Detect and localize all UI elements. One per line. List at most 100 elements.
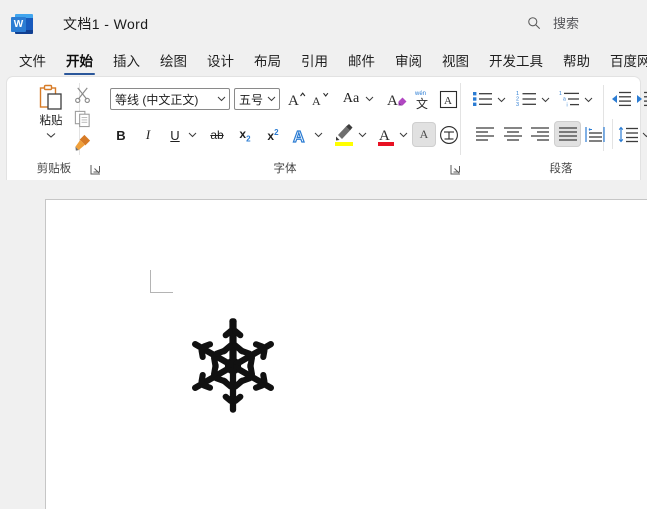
font-size-combo[interactable]: 五号 xyxy=(234,88,280,110)
decrease-font-size-button[interactable]: A xyxy=(310,87,332,111)
chevron-down-icon[interactable] xyxy=(213,96,229,102)
italic-icon: I xyxy=(145,127,151,142)
cut-button[interactable] xyxy=(73,85,95,107)
superscript-button[interactable]: x2 xyxy=(261,123,285,147)
underline-chevron[interactable] xyxy=(187,126,198,144)
text-effects-chevron[interactable] xyxy=(313,126,324,144)
group-label-font: 字体 xyxy=(273,163,297,175)
strikethrough-icon: ab xyxy=(210,128,224,142)
numbering-button[interactable]: 1 2 3 xyxy=(515,88,539,110)
numbered-list-icon: 1 2 3 xyxy=(516,91,536,108)
bullets-chevron[interactable] xyxy=(496,91,507,109)
ribbon: 粘贴 剪贴板 等线 (中文正文) 五号 A A Aa A wén 文 A B I… xyxy=(7,77,647,180)
decrease-indent-button[interactable] xyxy=(609,88,633,110)
align-center-button[interactable] xyxy=(501,123,525,145)
chevron-down-icon xyxy=(188,132,197,138)
font-color-chevron[interactable] xyxy=(398,126,409,144)
phonetic-guide-icon: wén 文 xyxy=(414,91,428,111)
group-label-paragraph: 段落 xyxy=(549,163,573,175)
word-window: W 文档1 - Word 搜索 文件 开始 插入 绘图 设计 布局 引用 邮件 … xyxy=(0,0,647,509)
svg-text:文: 文 xyxy=(416,96,428,111)
increase-font-size-button[interactable]: A xyxy=(286,87,308,111)
tab-home[interactable]: 开始 xyxy=(57,47,102,77)
tab-mailings[interactable]: 邮件 xyxy=(339,47,384,77)
align-left-button[interactable] xyxy=(473,123,497,145)
highlight-chevron[interactable] xyxy=(357,126,368,144)
numbering-chevron[interactable] xyxy=(540,91,551,109)
text-shading-icon: A xyxy=(419,127,429,141)
line-spacing-button[interactable] xyxy=(617,123,641,145)
text-highlight-button[interactable] xyxy=(332,122,356,148)
document-area[interactable] xyxy=(0,180,647,509)
group-divider xyxy=(612,119,613,149)
group-label-clipboard: 剪贴板 xyxy=(36,163,72,175)
line-spacing-icon xyxy=(618,126,638,142)
paste-button[interactable]: 粘贴 xyxy=(29,84,73,144)
align-right-button[interactable] xyxy=(528,123,552,145)
font-dialog-launcher[interactable] xyxy=(450,162,461,175)
line-spacing-chevron[interactable] xyxy=(641,126,647,144)
distributed-align-button[interactable] xyxy=(583,123,607,145)
clear-formatting-button[interactable]: A xyxy=(385,87,409,111)
tab-draw[interactable]: 绘图 xyxy=(151,47,196,77)
bold-icon: B xyxy=(116,127,126,143)
italic-button[interactable]: I xyxy=(137,123,159,147)
format-painter-icon xyxy=(75,134,91,151)
tab-design[interactable]: 设计 xyxy=(198,47,243,77)
text-effects-icon: A xyxy=(292,128,305,145)
text-effects-button[interactable]: A xyxy=(290,123,312,147)
tab-help[interactable]: 帮助 xyxy=(554,47,599,77)
decrease-font-size-icon: A xyxy=(312,92,329,108)
phonetic-guide-button[interactable]: wén 文 xyxy=(411,86,433,112)
svg-text:A: A xyxy=(288,93,299,108)
svg-text:i: i xyxy=(567,102,568,108)
word-logo-icon: W xyxy=(11,13,33,35)
multilevel-list-button[interactable]: 1 a i xyxy=(558,88,582,110)
search-input[interactable]: 搜索 xyxy=(553,13,579,32)
scissors-icon xyxy=(75,87,90,104)
font-family-combo[interactable]: 等线 (中文正文) xyxy=(110,88,230,110)
format-painter-button[interactable] xyxy=(73,133,95,155)
bullets-button[interactable] xyxy=(471,88,495,110)
change-case-chevron[interactable] xyxy=(364,90,375,108)
bold-button[interactable]: B xyxy=(110,123,132,147)
tab-references[interactable]: 引用 xyxy=(292,47,337,77)
tab-developer[interactable]: 开发工具 xyxy=(480,47,552,77)
strikethrough-button[interactable]: ab xyxy=(205,123,229,147)
tab-view[interactable]: 视图 xyxy=(433,47,478,77)
chevron-down-icon xyxy=(541,97,550,103)
svg-text:A: A xyxy=(293,129,305,145)
svg-text:A: A xyxy=(312,94,321,108)
text-highlight-icon xyxy=(335,124,353,146)
group-divider xyxy=(460,83,461,155)
multilevel-chevron[interactable] xyxy=(583,91,594,109)
chevron-down-icon xyxy=(584,97,593,103)
change-case-button[interactable]: Aa xyxy=(338,87,364,111)
tab-baidu-netdisk[interactable]: 百度网盘 xyxy=(601,47,647,77)
chevron-down-icon xyxy=(399,132,408,138)
font-color-button[interactable]: A xyxy=(375,122,397,148)
chevron-down-icon[interactable] xyxy=(29,126,73,144)
increase-indent-button[interactable] xyxy=(635,88,647,110)
copy-button[interactable] xyxy=(73,109,95,131)
search-box[interactable]: 搜索 xyxy=(527,9,647,36)
ribbon-tab-strip: 文件 开始 插入 绘图 设计 布局 引用 邮件 审阅 视图 开发工具 帮助 百度… xyxy=(0,47,647,77)
underline-button[interactable]: U xyxy=(164,123,186,147)
tab-file[interactable]: 文件 xyxy=(10,47,55,77)
clipboard-dialog-launcher[interactable] xyxy=(90,162,101,175)
subscript-button[interactable]: x2 xyxy=(233,123,257,147)
tab-insert[interactable]: 插入 xyxy=(104,47,149,77)
font-family-value: 等线 (中文正文) xyxy=(115,92,199,107)
chevron-down-icon[interactable] xyxy=(263,96,279,102)
text-shading-button[interactable]: A xyxy=(413,123,435,146)
font-color-icon: A xyxy=(378,128,394,146)
svg-text:A: A xyxy=(387,93,398,109)
document-page[interactable] xyxy=(45,199,647,509)
justify-button[interactable] xyxy=(555,122,580,146)
enclose-characters-button[interactable] xyxy=(438,123,460,147)
tab-review[interactable]: 审阅 xyxy=(386,47,431,77)
paste-icon xyxy=(39,84,62,110)
tab-layout[interactable]: 布局 xyxy=(245,47,290,77)
font-size-value: 五号 xyxy=(239,92,263,107)
character-border-button[interactable]: A xyxy=(437,87,459,111)
